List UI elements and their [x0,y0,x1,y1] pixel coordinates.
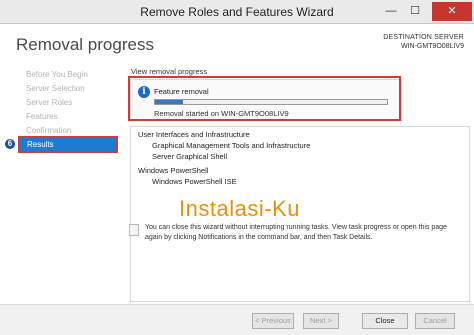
nav-item-server-selection: Server Selection [26,84,85,93]
previous-button[interactable]: < Previous [252,313,294,329]
note-page-icon [129,224,139,236]
list-item: Windows PowerShell ISE [152,177,237,186]
wizard-header: Removal progress DESTINATION SERVER WIN-… [0,24,474,64]
cancel-button[interactable]: Cancel [415,313,455,329]
nav-item-results[interactable]: Results [18,136,118,153]
nav-item-features: Features [26,112,58,121]
wizard-nav: Before You Begin Server Selection Server… [0,64,124,304]
list-item: Server Graphical Shell [152,152,228,161]
minimize-button[interactable]: — [380,2,402,21]
maximize-button[interactable]: ☐ [404,2,426,21]
nav-item-results-label: Results [27,140,54,149]
features-list-panel: User Interfaces and Infrastructure Graph… [130,126,470,302]
destination-caption: DESTINATION SERVER [383,34,464,41]
nav-item-before-you-begin: Before You Begin [26,70,88,79]
watermark-text: Instalasi-Ku [179,196,300,221]
list-item: Windows PowerShell [138,166,209,175]
next-button[interactable]: Next > [303,313,339,329]
close-button[interactable]: Close [362,313,408,329]
destination-server: WIN-GMT9O08LIV9 [400,43,464,50]
progress-highlight-frame [128,76,401,121]
view-progress-label: View removal progress [131,67,208,76]
nav-item-server-roles: Server Roles [26,98,73,107]
close-wizard-note: You can close this wizard without interr… [145,224,447,241]
nav-item-confirmation: Confirmation [26,126,72,135]
title-bar: Remove Roles and Features Wizard — ☐ ✕ [0,0,474,24]
wizard-footer: < Previous Next > Close Cancel [0,304,474,335]
list-item: Graphical Management Tools and Infrastru… [152,141,311,150]
window-title: Remove Roles and Features Wizard [140,5,334,19]
page-title: Removal progress [16,35,154,54]
close-window-button[interactable]: ✕ [432,2,472,21]
step-number-badge: 6 [4,138,16,150]
list-item: User Interfaces and Infrastructure [138,130,250,139]
